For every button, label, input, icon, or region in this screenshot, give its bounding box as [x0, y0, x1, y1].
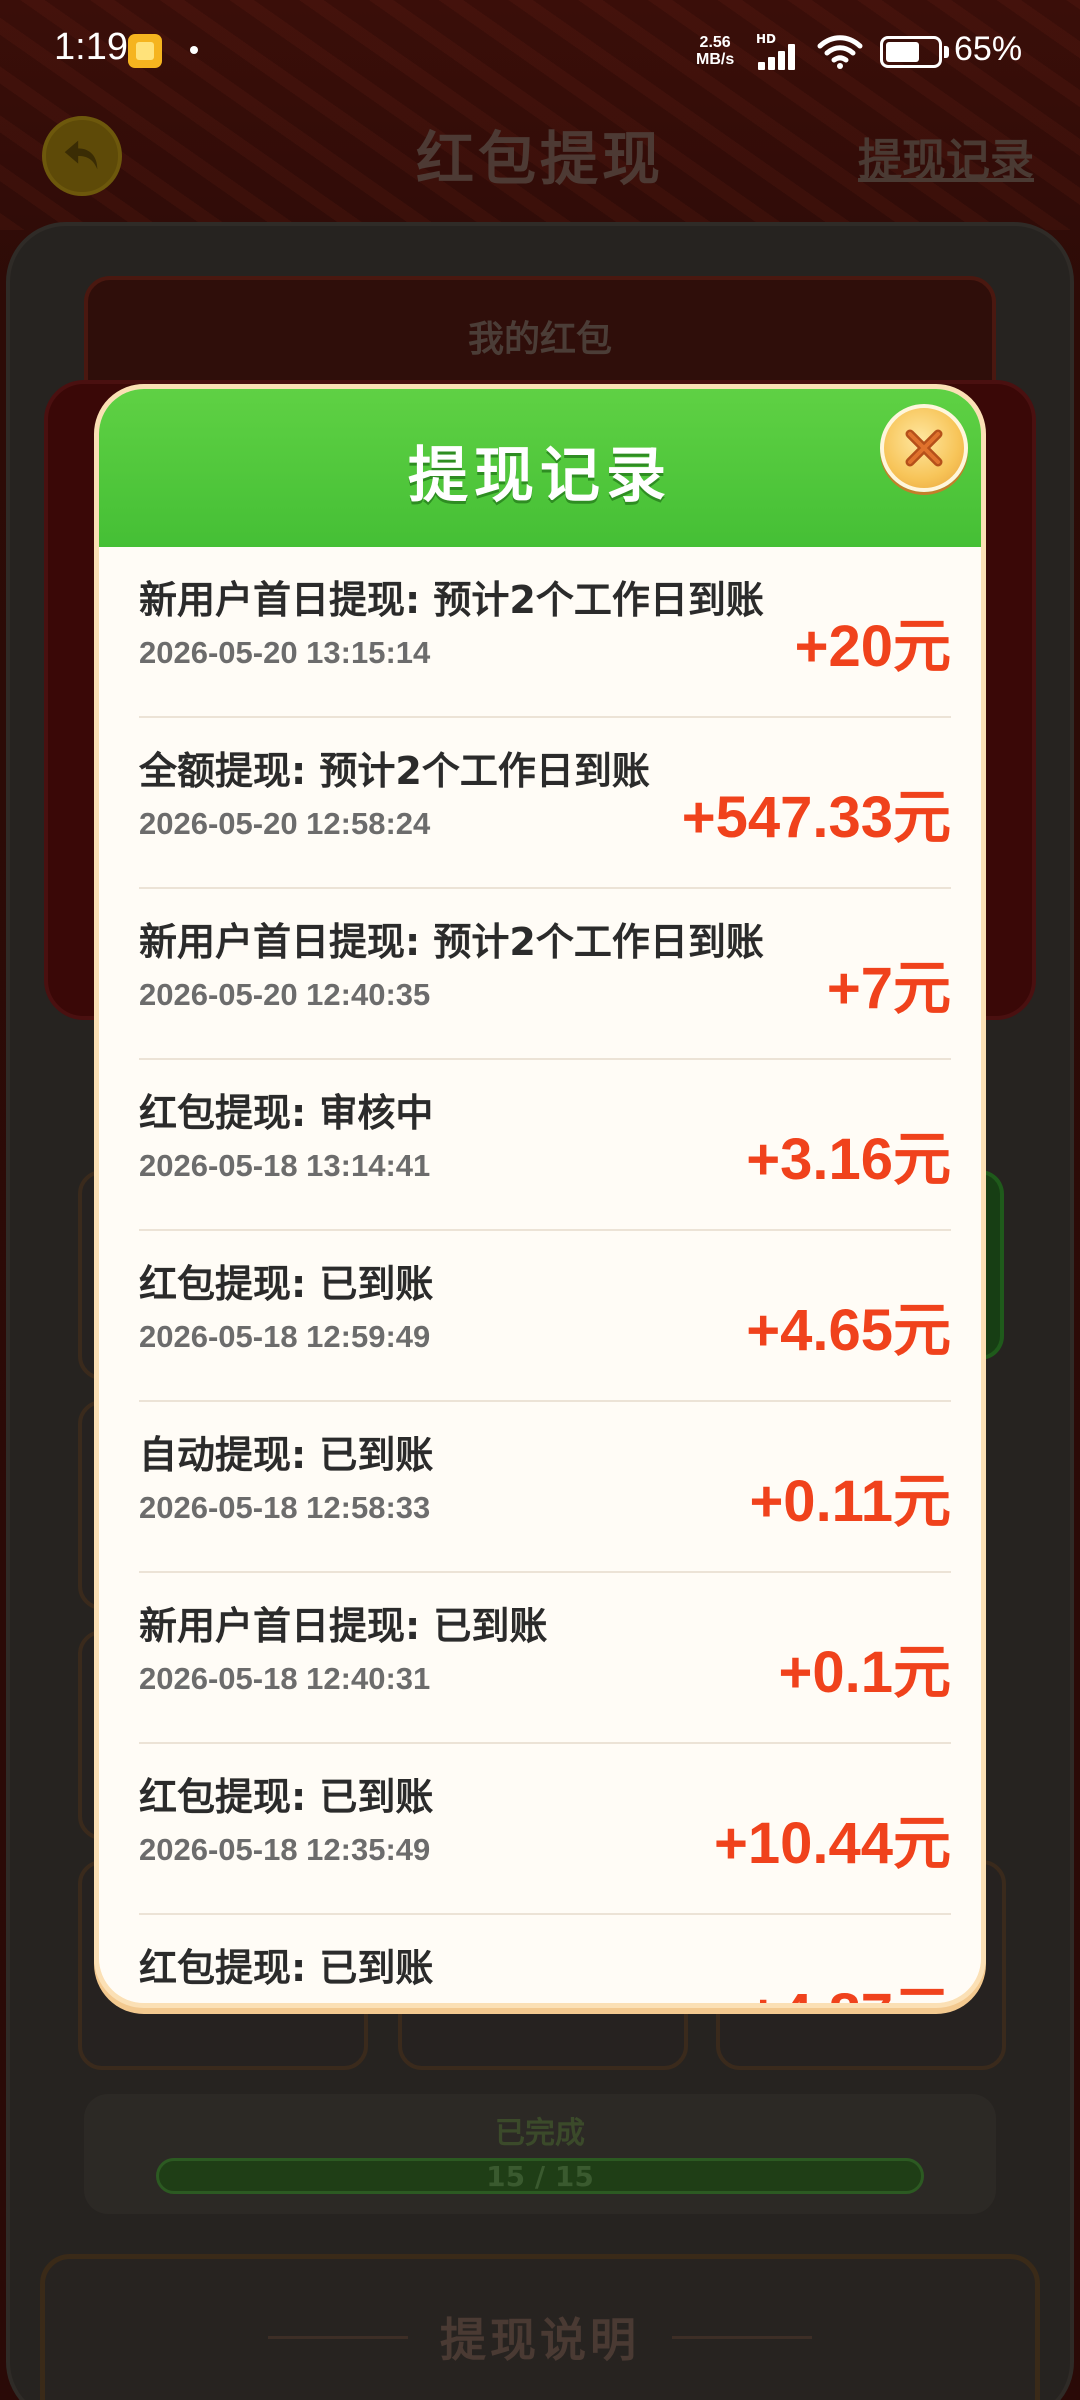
page-title: 红包提现	[415, 125, 664, 193]
record-amount: +3.16元	[746, 1127, 951, 1192]
record-timestamp: 2026-05-20 12:40:35	[139, 977, 431, 1012]
record-amount: +4.65元	[746, 1298, 951, 1363]
back-button[interactable]	[42, 116, 122, 196]
network-speed-unit: MB/s	[696, 51, 735, 68]
record-description: 全额提现: 预计2个工作日到账	[139, 749, 650, 793]
record-amount: +20元	[794, 614, 951, 679]
more-notifications-dot	[190, 46, 198, 54]
dialog-header: 提现记录	[99, 389, 981, 547]
status-bar: 1:19 2.56 MB/s HD 65%	[0, 0, 1080, 100]
progress-text: 15 / 15	[486, 2160, 594, 2193]
network-speed: 2.56 MB/s	[696, 34, 734, 68]
record-amount: +10.44元	[713, 1811, 951, 1876]
record-row: 新用户首日提现: 已到账 2026-05-18 12:40:31 +0.1元	[139, 1573, 951, 1744]
dialog-title: 提现记录	[408, 441, 672, 511]
record-description: 新用户首日提现: 预计2个工作日到账	[139, 578, 764, 622]
signal-icon	[758, 44, 802, 70]
record-amount: +0.1元	[778, 1640, 952, 1705]
battery-tip	[944, 46, 949, 58]
app-notification-icon	[128, 34, 162, 68]
record-timestamp: 2026-05-18 12:40:31	[139, 1661, 431, 1696]
wifi-icon	[817, 35, 863, 69]
record-row: 新用户首日提现: 预计2个工作日到账 2026-05-20 13:15:14 +20…	[139, 547, 951, 718]
my-redpacket-label: 我的红包	[467, 319, 612, 360]
record-description: 自动提现: 已到账	[139, 1433, 434, 1477]
record-timestamp: 2026-05-20 13:15:14	[139, 635, 431, 670]
record-row: 自动提现: 已到账 2026-05-18 12:58:33 +0.11元	[139, 1402, 951, 1573]
close-button[interactable]	[880, 404, 968, 492]
network-speed-value: 2.56	[699, 34, 731, 51]
close-icon	[905, 429, 943, 467]
withdraw-notes-title: 提现说明	[440, 2313, 640, 2367]
record-amount: +547.33元	[681, 785, 951, 850]
battery-icon	[880, 36, 942, 68]
battery-level-fill	[886, 42, 919, 62]
record-description: 红包提现: 审核中	[139, 1091, 434, 1135]
withdraw-record-dialog: 提现记录 新用户首日提现: 预计2个工作日到账 2026-05-20 13:15:…	[94, 384, 986, 2008]
record-description: 新用户首日提现: 预计2个工作日到账	[139, 920, 764, 964]
record-row: 红包提现: 已到账 2026-05-18 12:35:49 +10.44元	[139, 1744, 951, 1915]
back-arrow-icon	[64, 140, 98, 170]
record-row: 全额提现: 预计2个工作日到账 2026-05-20 12:58:24 +547.3…	[139, 718, 951, 889]
record-row: 新用户首日提现: 预计2个工作日到账 2026-05-20 12:40:35 +7元	[139, 889, 951, 1060]
record-timestamp: 2026-05-18 12:35:49	[139, 1832, 431, 1867]
battery-percent: 65%	[954, 30, 1023, 68]
record-list[interactable]: 新用户首日提现: 预计2个工作日到账 2026-05-20 13:15:14 +20…	[99, 547, 981, 2003]
clock: 1:19	[54, 26, 128, 68]
withdraw-record-link[interactable]: 提现记录	[858, 124, 1034, 188]
record-description: 红包提现: 已到账	[139, 1946, 434, 1990]
record-description: 红包提现: 已到账	[139, 1775, 434, 1819]
progress-label: 已完成	[495, 2116, 585, 2151]
record-amount: +4.87元	[746, 1967, 951, 2003]
record-timestamp: 2026-05-18 12:58:33	[139, 1490, 431, 1525]
record-timestamp: 2026-05-20 12:58:24	[139, 806, 431, 841]
record-timestamp: 2026-05-18 12:59:49	[139, 1319, 431, 1354]
record-amount: +0.11元	[749, 1469, 951, 1534]
record-timestamp: 2026-05-18 13:14:41	[139, 1148, 431, 1183]
record-description: 红包提现: 已到账	[139, 1262, 434, 1306]
record-description: 新用户首日提现: 已到账	[139, 1604, 548, 1648]
record-amount: +7元	[826, 956, 951, 1021]
record-row: 红包提现: 已到账 2026-05-18 12:59:49 +4.65元	[139, 1231, 951, 1402]
record-row: 红包提现: 审核中 2026-05-18 13:14:41 +3.16元	[139, 1060, 951, 1231]
record-row: 红包提现: 已到账 +4.87元	[139, 1915, 951, 2003]
